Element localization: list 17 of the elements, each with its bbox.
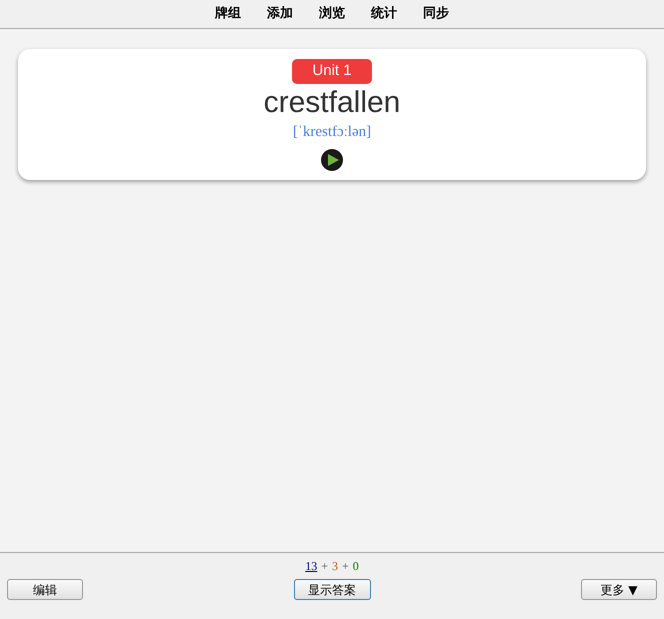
menu-link[interactable]: 同步 (410, 0, 462, 28)
menu-link[interactable]: 统计 (358, 0, 410, 28)
word-text: crestfallen (264, 84, 400, 120)
plus-sign: + (321, 558, 328, 575)
phonetic-text: [ˈkrestfɔːlən] (292, 123, 372, 142)
tag-label: Unit 1 (292, 59, 372, 84)
play-icon[interactable] (320, 148, 344, 172)
menu-link[interactable]: 添加 (254, 0, 306, 28)
plus-sign: + (342, 558, 349, 575)
menu-link[interactable]: 牌组 (202, 0, 254, 28)
show-answer-button[interactable]: 显示答案 (294, 579, 370, 600)
count-text: 13 (305, 558, 318, 575)
menu-link[interactable]: 浏览 (306, 0, 358, 28)
count-text: 0 (352, 558, 359, 575)
edit-button[interactable]: 编辑 (7, 579, 83, 600)
count-text: 3 (332, 558, 338, 575)
more-button[interactable]: 更多 ▼ (581, 579, 657, 600)
